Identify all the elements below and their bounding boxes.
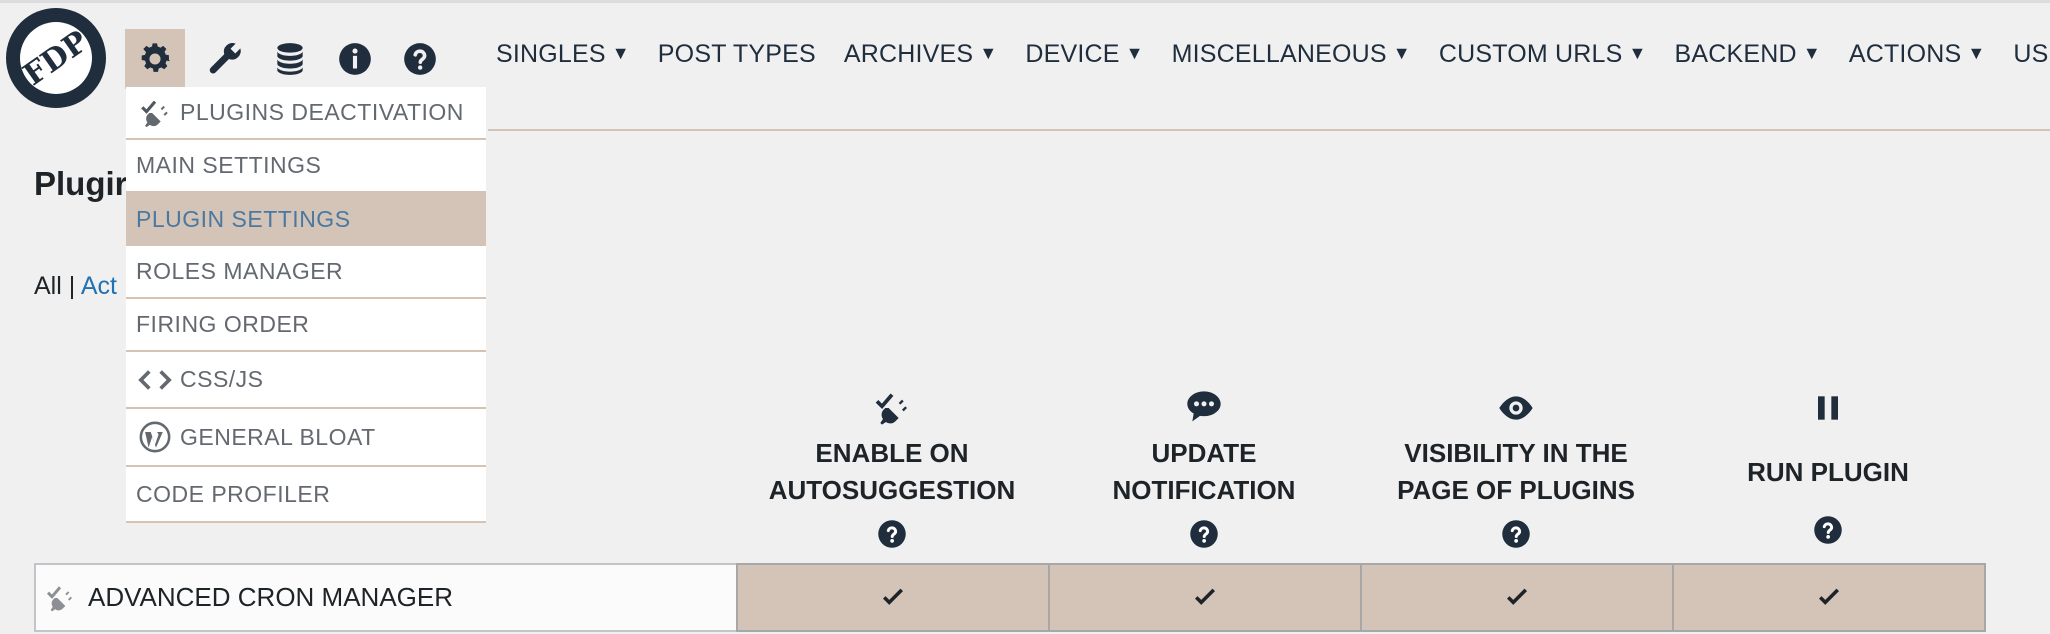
plug-check-icon xyxy=(141,100,168,127)
page-title: Plugir xyxy=(34,165,128,202)
menu-device[interactable]: DEVICE ▼ xyxy=(1025,40,1143,69)
eye-icon xyxy=(1499,396,1533,420)
gear-icon xyxy=(141,43,170,72)
checkmark-icon xyxy=(883,588,903,605)
column-header-autosuggestion: ENABLE ON AUTOSUGGESTION xyxy=(736,385,1048,549)
toggle-run-plugin[interactable] xyxy=(1672,563,1986,632)
menu-singles[interactable]: SINGLES ▼ xyxy=(496,40,630,69)
menu-item-css-js[interactable]: CSS/JS xyxy=(126,352,486,409)
tools-button[interactable] xyxy=(195,29,255,89)
menu-actions[interactable]: ACTIONS ▼ xyxy=(1849,40,1986,69)
checkmark-icon xyxy=(1195,588,1215,605)
database-button[interactable] xyxy=(260,29,320,89)
help-icon[interactable] xyxy=(1501,519,1531,549)
plug-check-icon xyxy=(46,585,72,611)
logo-monogram: FDP xyxy=(17,23,95,93)
help-icon[interactable] xyxy=(1189,519,1219,549)
plugin-filters: All | Act xyxy=(34,272,117,300)
menu-item-firing-order[interactable]: FIRING ORDER xyxy=(126,299,486,352)
plugin-name-cell: ADVANCED CRON MANAGER xyxy=(34,563,738,632)
menu-post-types[interactable]: POST TYPES xyxy=(658,40,816,69)
menu-users[interactable]: USERS▼ xyxy=(2013,40,2050,69)
wrench-icon xyxy=(209,43,241,74)
column-header-visibility: VISIBILITY IN THE PAGE OF PLUGINS xyxy=(1360,385,1672,549)
plugin-name: ADVANCED CRON MANAGER xyxy=(88,582,454,612)
wordpress-icon xyxy=(139,421,171,453)
info-icon xyxy=(339,43,371,75)
plug-check-icon xyxy=(875,393,907,425)
code-icon xyxy=(138,369,172,390)
speech-bubble-icon xyxy=(1187,391,1221,422)
column-header-update-notification: UPDATE NOTIFICATION xyxy=(1048,385,1360,549)
menu-miscellaneous[interactable]: MISCELLANEOUS ▼ xyxy=(1172,40,1411,69)
menu-item-plugin-settings[interactable]: PLUGIN SETTINGS xyxy=(126,193,486,246)
menu-custom-urls[interactable]: CUSTOM URLS ▼ xyxy=(1439,40,1647,69)
database-icon xyxy=(277,43,303,75)
logo-ring: FDP xyxy=(17,22,95,94)
main-menu: SINGLES ▼ POST TYPES ARCHIVES ▼ DEVICE ▼ MI… xyxy=(496,40,2050,69)
help-icon[interactable] xyxy=(877,519,907,549)
fdp-logo[interactable]: FDP xyxy=(6,8,106,108)
help-icon[interactable] xyxy=(1813,515,1843,545)
menu-item-plugins-deactivation[interactable]: PLUGINS DEACTIVATION xyxy=(126,87,486,140)
checkmark-icon xyxy=(1507,588,1527,605)
toggle-visibility[interactable] xyxy=(1360,563,1674,632)
checkmark-icon xyxy=(1819,588,1839,605)
menu-backend[interactable]: BACKEND ▼ xyxy=(1675,40,1821,69)
settings-dropdown-menu: PLUGINS DEACTIVATION MAIN SETTINGS PLUGI… xyxy=(126,87,486,523)
pause-icon xyxy=(1818,396,1838,420)
top-border xyxy=(0,0,2050,3)
toggle-update-notification[interactable] xyxy=(1048,563,1362,632)
menu-item-main-settings[interactable]: MAIN SETTINGS xyxy=(126,140,486,193)
filter-all[interactable]: All xyxy=(34,272,62,300)
info-button[interactable] xyxy=(325,29,385,89)
settings-icon-bar xyxy=(125,29,450,89)
toggle-autosuggestion[interactable] xyxy=(736,563,1050,632)
menu-item-code-profiler[interactable]: CODE PROFILER xyxy=(126,467,486,523)
help-button[interactable] xyxy=(390,29,450,89)
filter-active[interactable]: Act xyxy=(81,272,117,300)
header-divider xyxy=(488,129,2050,131)
menu-archives[interactable]: ARCHIVES ▼ xyxy=(844,40,997,69)
column-header-run-plugin: RUN PLUGIN xyxy=(1672,385,1984,545)
menu-item-general-bloat[interactable]: GENERAL BLOAT xyxy=(126,409,486,467)
help-icon xyxy=(404,43,436,75)
settings-gear-button[interactable] xyxy=(125,29,185,89)
menu-item-roles-manager[interactable]: ROLES MANAGER xyxy=(126,246,486,299)
